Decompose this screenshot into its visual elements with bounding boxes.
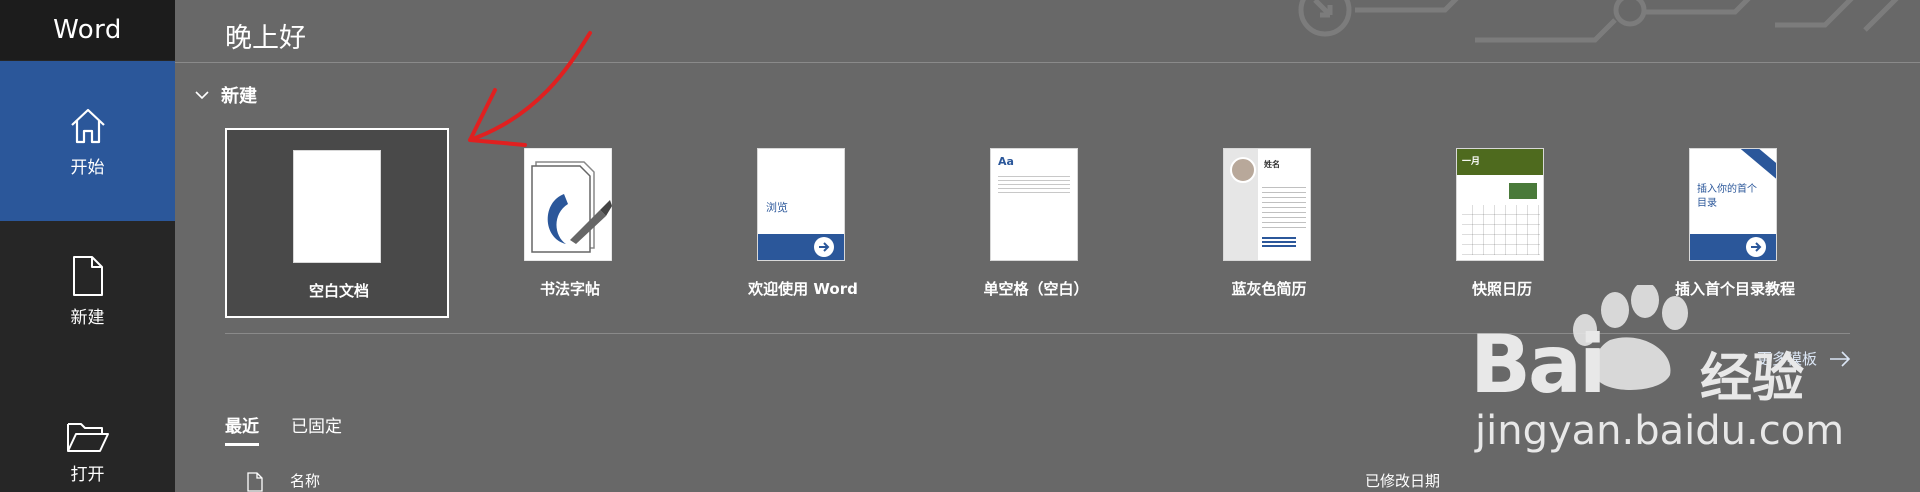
section-title: 新建 — [221, 86, 257, 107]
thumb-lines — [1262, 183, 1306, 229]
template-label: 欢迎使用 Word — [748, 280, 858, 298]
calendar-photo — [1509, 183, 1537, 199]
app-title: Word — [0, 0, 175, 60]
thumb-bars — [1262, 235, 1296, 247]
thumb-caption: 插入你的首个目录 — [1697, 184, 1757, 209]
column-header-modified[interactable]: 已修改日期 — [1365, 470, 1440, 491]
template-label: 书法字帖 — [539, 280, 600, 298]
template-thumbnail: Aa — [990, 148, 1078, 261]
sidebar-item-label: 新建 — [70, 308, 105, 328]
thumb-caption: 一月 — [1462, 157, 1481, 167]
home-icon — [70, 108, 105, 143]
tab-pinned[interactable]: 已固定 — [291, 412, 342, 446]
watermark-brand: Bai — [1470, 318, 1606, 411]
thumb-caption: Aa — [998, 155, 1014, 168]
sidebar-item-new[interactable]: 新建 — [0, 255, 175, 345]
column-header-name[interactable]: 名称 — [290, 470, 320, 491]
template-label: 空白文档 — [308, 282, 369, 300]
new-badge — [1736, 149, 1776, 182]
tab-recent[interactable]: 最近 — [225, 412, 259, 446]
sidebar: Word 开始 新建 打开 — [0, 0, 175, 492]
file-icon — [247, 472, 263, 492]
circuit-decoration — [1298, 0, 1899, 43]
arrow-right-circle-icon — [814, 237, 834, 257]
sidebar-item-open[interactable]: 打开 — [0, 420, 175, 492]
template-single-spaced[interactable]: Aa 单空格（空白） — [924, 128, 1148, 318]
new-document-icon — [72, 256, 103, 296]
template-blue-grey-resume[interactable]: 姓名 蓝灰色简历 — [1157, 128, 1381, 318]
template-thumbnail: 姓名 — [1223, 148, 1311, 261]
recent-tabs: 最近 已固定 — [225, 412, 374, 446]
chevron-down-icon — [195, 91, 209, 100]
template-label: 单空格（空白） — [983, 280, 1089, 298]
arrow-right-circle-icon — [1746, 237, 1766, 257]
template-blank-document[interactable]: 空白文档 — [225, 128, 449, 318]
thumb-caption: 姓名 — [1264, 160, 1280, 169]
annotation-arrow — [468, 31, 592, 147]
thumb-caption: 浏览 — [766, 201, 788, 214]
template-thumbnail: 一月 — [1456, 148, 1544, 261]
template-thumbnail: 插入你的首个目录 — [1689, 148, 1777, 261]
sidebar-item-home[interactable]: 开始 — [0, 61, 175, 221]
template-thumbnail: 浏览 — [757, 148, 845, 261]
avatar — [1230, 157, 1256, 183]
sidebar-item-label: 打开 — [70, 465, 105, 485]
sidebar-item-label: 开始 — [70, 157, 105, 178]
template-label: 蓝灰色简历 — [1231, 280, 1307, 298]
thumb-lines — [998, 173, 1070, 195]
new-section-toggle[interactable]: 新建 — [195, 82, 257, 108]
template-welcome-to-word[interactable]: 浏览 欢迎使用 Word — [691, 128, 915, 318]
greeting: 晚上好 — [225, 23, 306, 54]
calendar-grid — [1462, 205, 1540, 255]
watermark-brand-cn: 经验 — [1700, 349, 1805, 409]
folder-open-icon — [66, 423, 109, 452]
watermark-url: jingyan.baidu.com — [1475, 408, 1845, 454]
divider — [175, 62, 1920, 63]
template-thumbnail — [293, 150, 381, 263]
